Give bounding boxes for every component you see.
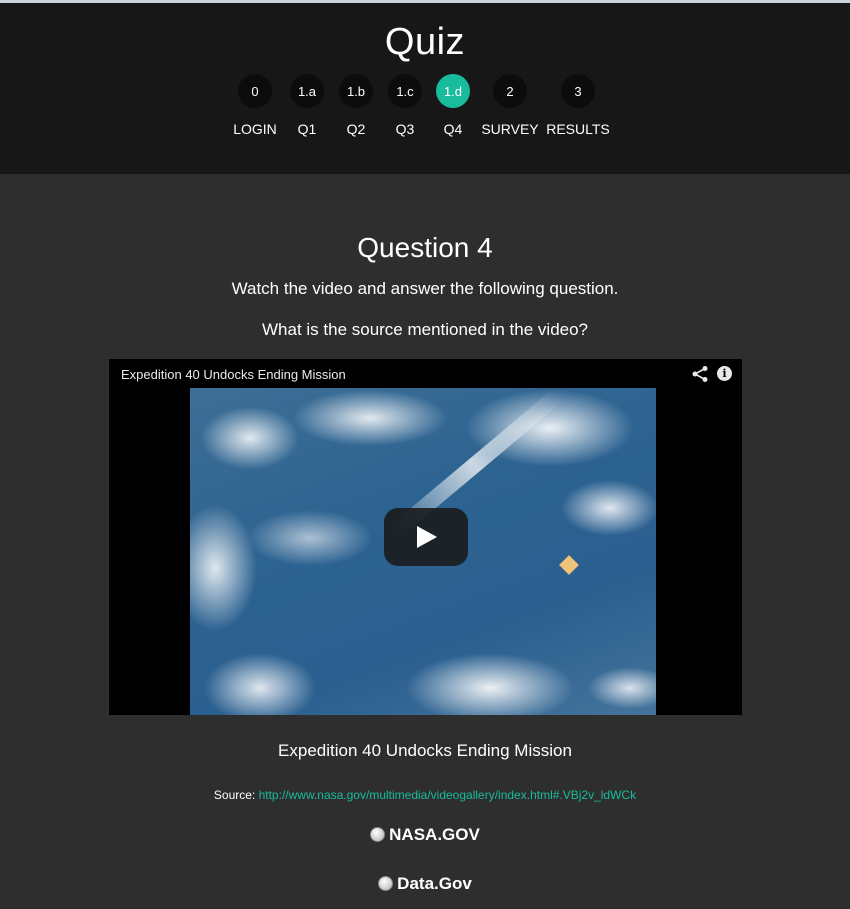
video-title[interactable]: Expedition 40 Undocks Ending Mission	[121, 367, 346, 382]
question-panel: Question 4 Watch the video and answer th…	[0, 174, 850, 909]
app-title: Quiz	[384, 21, 466, 63]
video-caption: Expedition 40 Undocks Ending Mission	[278, 741, 572, 760]
source-link[interactable]: http://www.nasa.gov/multimedia/videogall…	[259, 788, 637, 802]
info-icon[interactable]: i	[717, 366, 732, 381]
step-badge: 1.a	[290, 74, 324, 108]
step-results[interactable]: 3 RESULTS	[543, 74, 613, 144]
source-label: Source:	[213, 788, 256, 802]
question-title: Question 4	[357, 232, 493, 263]
play-icon	[417, 526, 437, 548]
step-badge: 2	[493, 74, 527, 108]
video-player[interactable]: Expedition 40 Undocks Ending Mission i	[109, 359, 742, 715]
quiz-header: Quiz 0 LOGIN 1.a Q1 1.b Q2 1.c Q3 1.d Q4…	[0, 3, 850, 174]
question-text: What is the source mentioned in the vide…	[261, 320, 589, 339]
step-badge: 1.b	[339, 74, 373, 108]
step-badge: 3	[561, 74, 595, 108]
radio-button[interactable]	[378, 876, 394, 891]
source-line: Source: http://www.nasa.gov/multimedia/v…	[0, 788, 850, 802]
play-button[interactable]	[384, 508, 468, 566]
option-label[interactable]: NASA.GOV	[389, 825, 480, 844]
answer-option-datagov[interactable]: Data.Gov	[0, 874, 850, 894]
step-badge-active: 1.d	[436, 74, 470, 108]
step-badge: 1.c	[388, 74, 422, 108]
option-label[interactable]: Data.Gov	[397, 874, 472, 893]
step-label: SURVEY	[481, 121, 539, 137]
share-icon[interactable]	[691, 365, 709, 383]
step-label: RESULTS	[546, 121, 610, 137]
step-badge: 0	[238, 74, 272, 108]
step-survey[interactable]: 2 SURVEY	[475, 74, 545, 144]
question-instruction: Watch the video and answer the following…	[231, 279, 619, 298]
spacecraft	[559, 555, 579, 575]
answer-option-nasa[interactable]: NASA.GOV	[0, 825, 850, 845]
radio-button[interactable]	[370, 827, 386, 842]
